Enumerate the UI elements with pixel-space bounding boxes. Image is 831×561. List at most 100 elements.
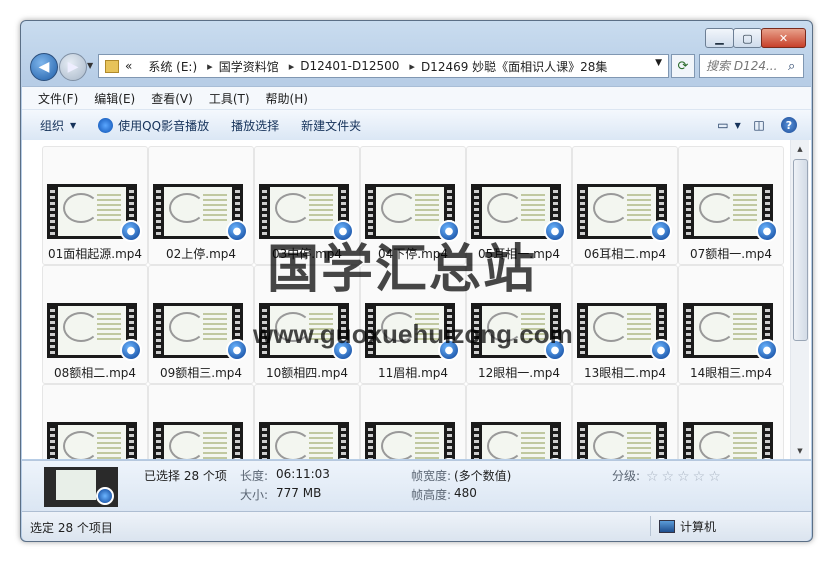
file-tile[interactable]: ● 13眼相二.mp4 [572,265,678,384]
breadcrumb-drive[interactable]: 系统 (E:) [148,58,197,75]
file-name: 08额相二.mp4 [53,366,137,380]
chevron-down-icon[interactable]: ▼ [655,58,662,68]
help-icon: ? [781,117,797,133]
frame-height-value: 480 [454,486,477,500]
file-tile[interactable]: ● [678,384,784,459]
file-tile[interactable]: ● 06耳相二.mp4 [572,146,678,265]
file-name: 14眼相三.mp4 [689,366,773,380]
new-folder-button[interactable]: 新建文件夹 [297,113,365,137]
file-tile[interactable]: ● [466,384,572,459]
scroll-up-icon[interactable]: ▲ [791,140,809,157]
size-label: 大小: [240,488,269,502]
file-tile[interactable]: ● [572,384,678,459]
folder-icon [105,59,119,73]
recent-pages-dropdown[interactable]: ▼ [87,61,93,70]
frame-width-label: 帧宽度: [411,469,452,483]
video-thumbnail [683,422,773,459]
file-tile[interactable]: ● 09额相三.mp4 [148,265,254,384]
breadcrumb-folder-3[interactable]: D12469 妙聪《面相识人课》28集 [421,58,608,75]
view-icon: ▭ [717,118,729,132]
qq-player-icon: ● [756,220,778,242]
file-name: 02上停.mp4 [165,247,237,261]
menu-tools[interactable]: 工具(T) [209,90,250,107]
video-thumbnail [577,422,667,459]
file-tile[interactable]: ● 14眼相三.mp4 [678,265,784,384]
file-tile[interactable]: ● [148,384,254,459]
scroll-down-icon[interactable]: ▼ [791,442,809,459]
computer-icon [659,520,675,533]
file-tile[interactable]: ● 02上停.mp4 [148,146,254,265]
status-selected: 选定 28 个项目 [30,521,113,535]
selected-count: 已选择 28 个项 [144,469,227,483]
file-name: 09额相三.mp4 [159,366,243,380]
menu-view[interactable]: 查看(V) [151,90,193,107]
organize-label: 组织 [40,118,65,133]
search-box[interactable]: ⌕ [699,54,804,78]
file-name: 07额相一.mp4 [689,247,773,261]
size-value: 777 MB [276,486,322,500]
view-options-button[interactable]: ▭ ▼ [717,113,741,137]
file-tile[interactable]: ● 01面相起源.mp4 [42,146,148,265]
organize-button[interactable]: 组织 ▼ [36,113,80,137]
file-tile[interactable]: ● [254,384,360,459]
search-icon[interactable]: ⌕ [788,59,795,74]
menu-help[interactable]: 帮助(H) [266,90,308,107]
file-name: 01面相起源.mp4 [47,247,143,261]
maximize-button[interactable]: ▢ [733,28,762,48]
file-tile[interactable]: ● [360,384,466,459]
watermark-text: 国学汇总站 [267,239,538,300]
play-with-qq-label: 使用QQ影音播放 [118,118,210,133]
computer-label: 计算机 [680,520,717,534]
new-folder-label: 新建文件夹 [301,118,362,133]
breadcrumb-folder-2[interactable]: D12401-D12500 [300,59,399,73]
details-pane: 已选择 28 个项 长度: 06:11:03 大小: 777 MB 帧宽度: (… [22,460,811,511]
play-selection-button[interactable]: 播放选择 [227,113,283,137]
breadcrumb-folder-1[interactable]: 国学资料馆 [219,58,279,75]
close-button[interactable]: ✕ [761,28,806,48]
length-label: 长度: [240,469,269,483]
qq-player-icon: ● [650,220,672,242]
video-thumbnail [153,422,243,459]
file-tile[interactable]: ● 08额相二.mp4 [42,265,148,384]
play-with-qq-button[interactable]: 使用QQ影音播放 [94,113,213,137]
video-thumbnail [365,422,455,459]
forward-button[interactable]: ▶ [59,53,87,81]
qq-player-icon: ● [650,339,672,361]
watermark-url: www.guoxuehuizong.com [253,319,573,349]
preview-pane-button[interactable]: ◫ [747,113,771,137]
menu-edit[interactable]: 编辑(E) [94,90,135,107]
file-name: 12眼相一.mp4 [477,366,561,380]
status-bar: 选定 28 个项目 计算机 [22,511,811,541]
qq-player-icon [96,487,114,505]
file-tile[interactable]: ● [42,384,148,459]
video-thumbnail [47,422,137,459]
back-button[interactable]: ◀ [30,53,58,81]
breadcrumb-overflow[interactable]: « [125,59,132,73]
qq-player-icon: ● [120,220,142,242]
file-tile[interactable]: ● 07额相一.mp4 [678,146,784,265]
file-name: 11眉相.mp4 [377,366,449,380]
qq-player-icon: ● [544,220,566,242]
menu-file[interactable]: 文件(F) [38,90,78,107]
file-name: 13眼相二.mp4 [583,366,667,380]
search-input[interactable] [706,59,786,73]
help-button[interactable]: ? [777,113,801,137]
rating-label: 分级: [612,469,641,483]
chevron-down-icon: ▼ [70,120,77,130]
chevron-right-icon[interactable]: ▸ [409,60,415,73]
refresh-button[interactable]: ⟳ [671,54,695,78]
address-bar[interactable]: « 系统 (E:) ▸ 国学资料馆 ▸ D12401-D12500 ▸ D124… [98,54,669,78]
minimize-button[interactable]: ▁ [705,28,734,48]
chevron-right-icon[interactable]: ▸ [207,60,213,73]
qq-player-icon: ● [226,339,248,361]
status-computer: 计算机 [659,518,716,535]
qq-player-icon: ● [226,220,248,242]
frame-height-label: 帧高度: [411,488,452,502]
explorer-window: ▁ ▢ ✕ ◀ ▶ ▼ « 系统 (E:) ▸ 国学资料馆 ▸ D12401-D… [20,20,813,542]
qq-player-icon: ● [756,339,778,361]
vertical-scrollbar[interactable]: ▲ ▼ [790,140,809,459]
chevron-right-icon[interactable]: ▸ [289,60,295,73]
scrollbar-thumb[interactable] [793,159,808,341]
length-value: 06:11:03 [276,467,330,481]
rating-stars[interactable]: ☆☆☆☆☆ [646,469,724,485]
